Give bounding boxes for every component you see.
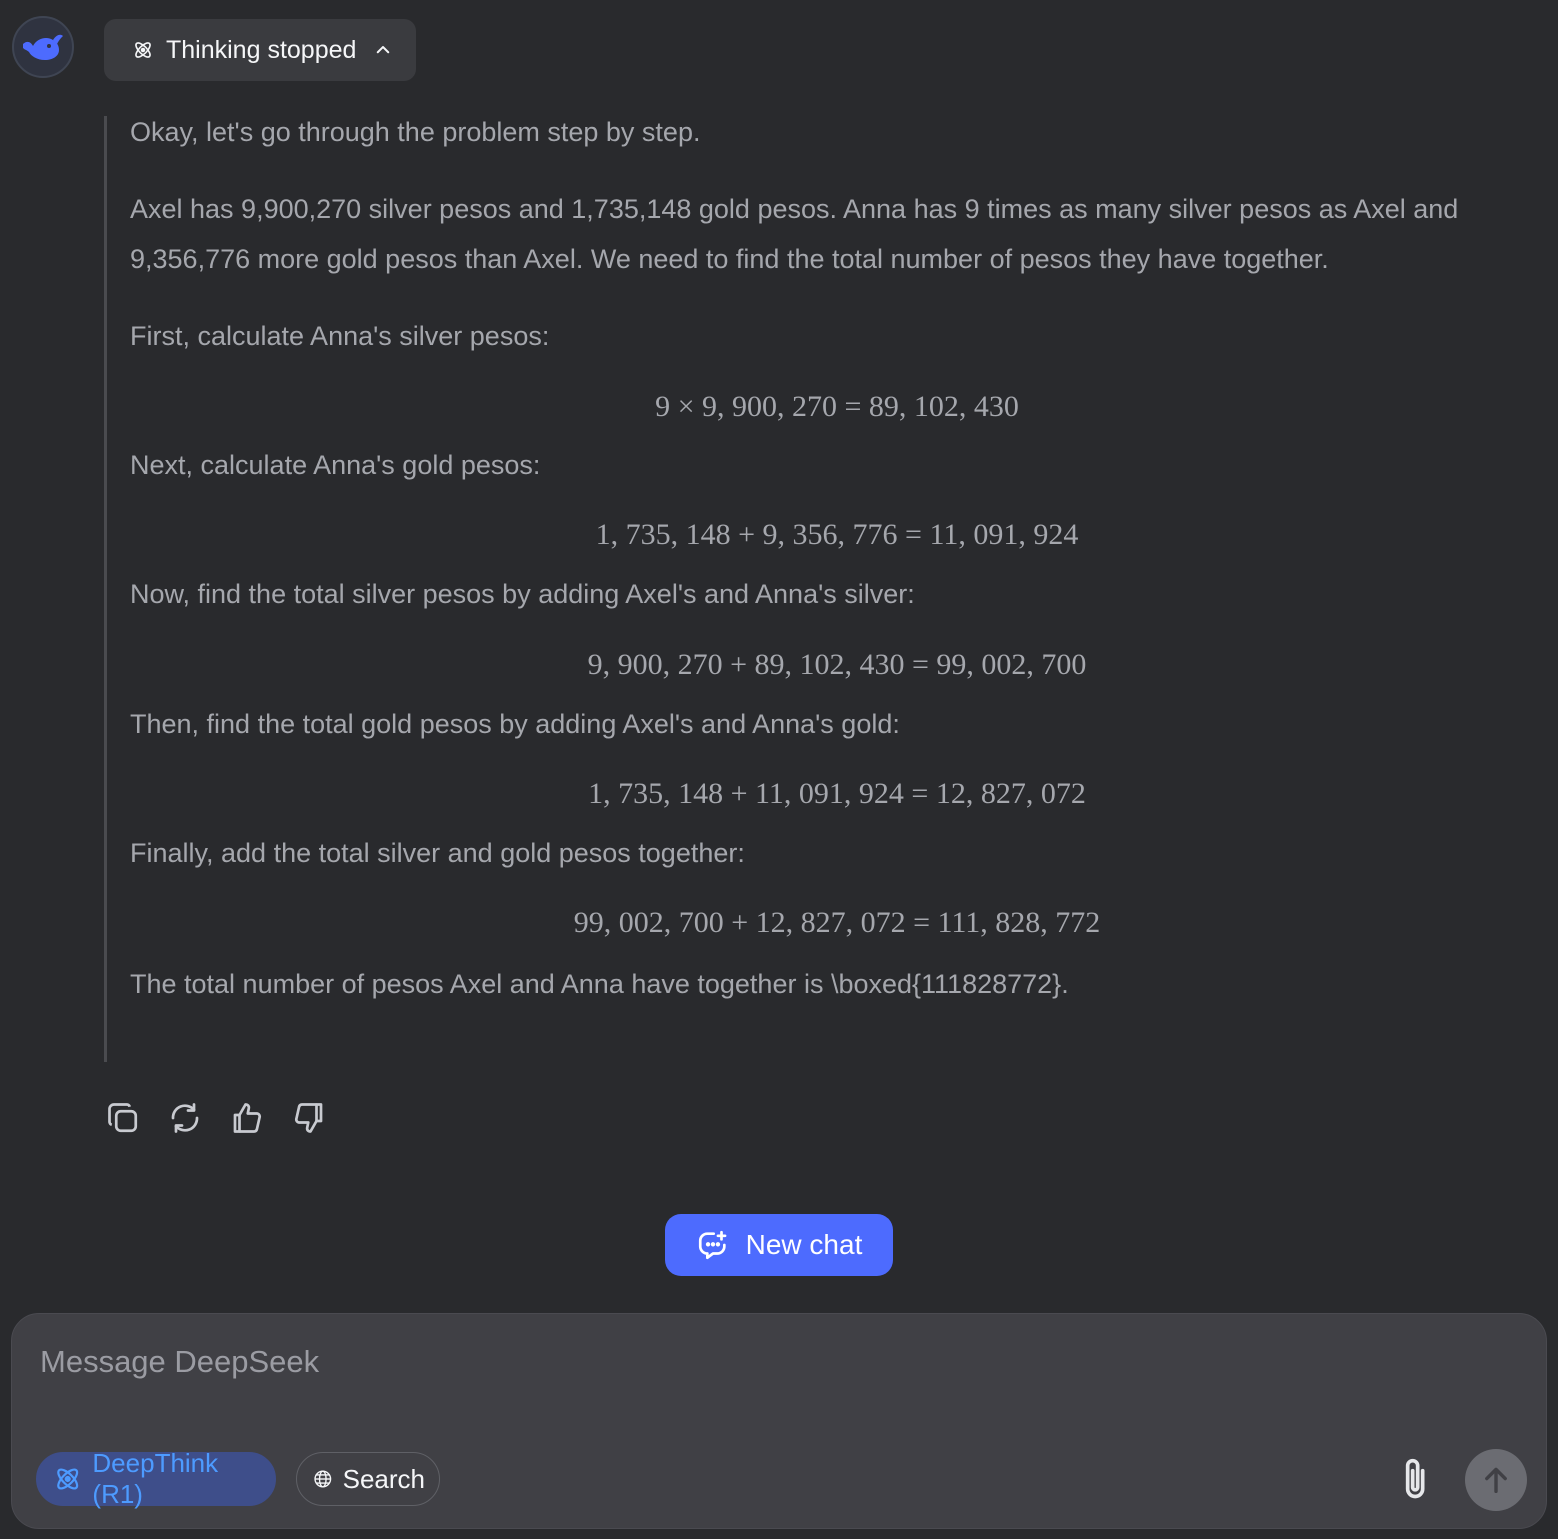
thumbs-up-icon [233,1103,261,1133]
copy-button[interactable] [104,1096,142,1140]
attach-button[interactable] [1394,1452,1438,1506]
new-chat-icon [698,1230,727,1260]
atom-icon [135,42,151,58]
message-actions [104,1096,328,1140]
thought-paragraph: First, calculate Anna's silver pesos: [130,321,550,351]
thought-paragraph: Axel has 9,900,270 silver pesos and 1,73… [130,194,1459,224]
message-input[interactable] [40,1340,1340,1384]
math-equation: 99, 002, 700 + 12, 827, 072 = 111, 828, … [573,906,1101,939]
copy-icon [108,1103,138,1133]
assistant-avatar [12,16,74,78]
thought-paragraph: Finally, add the total silver and gold p… [130,838,745,868]
new-chat-label: New chat [745,1229,863,1260]
thumbs-down-button[interactable] [290,1096,328,1140]
thought-paragraph: Then, find the total gold pesos by addin… [130,709,900,739]
chat-page: Thinking stopped Okay, let's go through … [0,0,1558,1539]
thought-paragraph: Okay, let's go through the problem step … [130,117,701,147]
thumbs-up-button[interactable] [228,1096,266,1140]
thought-block: Okay, let's go through the problem step … [104,116,1544,1062]
search-label: Search [342,1463,425,1494]
chevron-up-icon [374,41,392,59]
math-equation: 9 × 9, 900, 270 = 89, 102, 430 [655,390,1019,423]
thinking-label: Thinking stopped [166,35,357,64]
math-equation: 9, 900, 270 + 89, 102, 430 = 99, 002, 70… [587,648,1087,681]
globe-icon [314,1470,332,1488]
math-equation: 1, 735, 148 + 9, 356, 776 = 11, 091, 924 [595,518,1079,551]
paperclip-icon [1405,1458,1425,1499]
regenerate-icon [171,1103,199,1133]
deepseek-whale-icon [23,34,63,60]
arrow-up-icon [1485,1467,1507,1494]
thought-paragraph: Next, calculate Anna's gold pesos: [130,450,541,480]
deepthink-toggle[interactable]: DeepThink (R1) [36,1448,276,1509]
send-button[interactable] [1465,1449,1527,1511]
regenerate-button[interactable] [166,1096,204,1140]
deepthink-label: DeepThink (R1) [92,1448,219,1509]
search-toggle[interactable]: Search [296,1452,440,1506]
thought-paragraph: 9,356,776 more gold pesos than Axel. We … [130,244,1329,274]
thumbs-down-icon [295,1103,323,1133]
math-equation: 1, 735, 148 + 11, 091, 924 = 12, 827, 07… [588,777,1086,810]
thought-paragraph: Now, find the total silver pesos by addi… [130,579,915,609]
thinking-toggle[interactable]: Thinking stopped [104,19,416,81]
thought-paragraph: The total number of pesos Axel and Anna … [130,969,1069,999]
atom-icon [57,1468,79,1490]
new-chat-button[interactable]: New chat [665,1214,893,1276]
message-composer: DeepThink (R1) Search [11,1313,1547,1529]
